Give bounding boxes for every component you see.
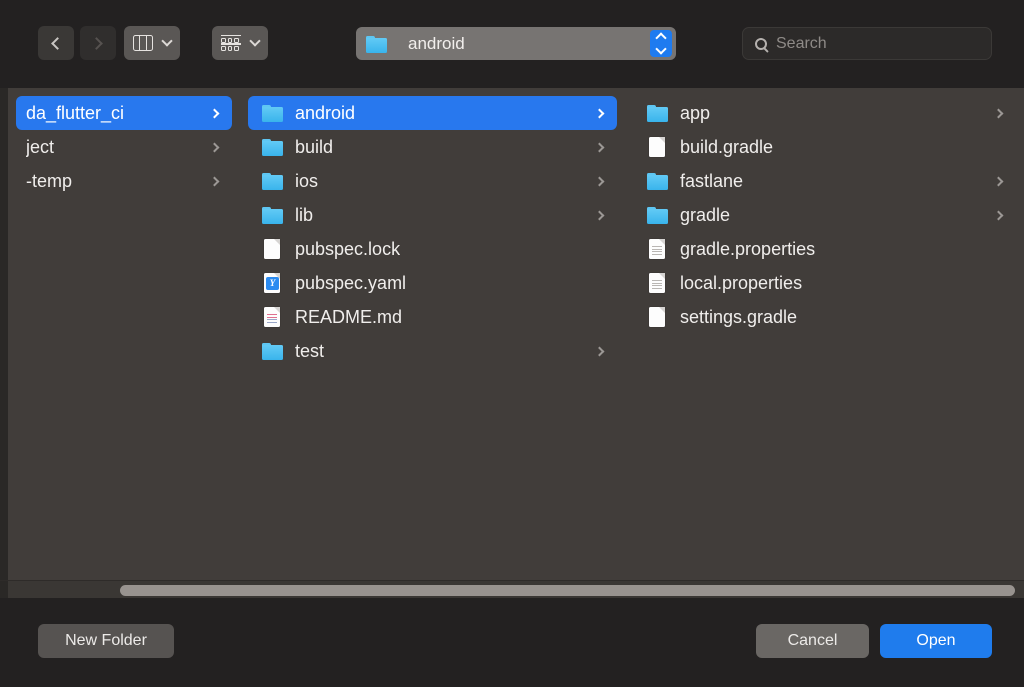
footer-bar: New Folder Cancel Open: [0, 598, 1024, 687]
toolbar: android Search: [0, 0, 1024, 88]
disclosure-chevron-icon: [993, 176, 1004, 186]
chevron-left-icon: [51, 36, 64, 50]
file-row-label: README.md: [295, 306, 403, 327]
folder-icon: [262, 103, 284, 123]
chevron-down-icon: [249, 35, 261, 47]
file-row[interactable]: gradle.properties: [633, 232, 1016, 266]
file-row-label: settings.gradle: [680, 306, 798, 327]
disclosure-chevron-icon: [209, 108, 220, 118]
folder-icon: [647, 103, 669, 123]
view-mode-button[interactable]: [124, 26, 180, 60]
file-row[interactable]: build.gradle: [633, 130, 1016, 164]
text-document-icon: [647, 239, 669, 259]
markdown-document-icon: [262, 307, 284, 327]
scrollbar-thumb[interactable]: [120, 585, 1015, 596]
path-dropdown[interactable]: android: [356, 27, 676, 60]
search-field[interactable]: Search: [742, 27, 992, 60]
file-row[interactable]: test: [248, 334, 617, 368]
file-row[interactable]: fastlane: [633, 164, 1016, 198]
file-row-label: app: [680, 102, 711, 123]
file-row[interactable]: android: [248, 96, 617, 130]
folder-icon: [262, 137, 284, 157]
document-icon: [647, 137, 669, 157]
file-row-label: da_flutter_ci: [26, 102, 125, 123]
group-by-button[interactable]: [212, 26, 268, 60]
folder-icon: [262, 171, 284, 191]
folder-icon: [262, 205, 284, 225]
grid-group-icon: [221, 35, 241, 51]
search-placeholder: Search: [776, 34, 827, 52]
file-row[interactable]: -temp: [16, 164, 232, 198]
text-document-icon: [647, 273, 669, 293]
file-row-label: gradle.properties: [680, 238, 816, 259]
disclosure-chevron-icon: [594, 346, 605, 356]
file-row-label: lib: [295, 204, 314, 225]
file-row[interactable]: local.properties: [633, 266, 1016, 300]
file-column-2[interactable]: android build ios lib pubspec.lock Ypubspec.y…: [240, 88, 625, 580]
file-row-label: build: [295, 136, 334, 157]
disclosure-chevron-icon: [594, 142, 605, 152]
updown-stepper-icon[interactable]: [650, 30, 672, 57]
left-edge-strip: [0, 88, 8, 580]
file-row[interactable]: ios: [248, 164, 617, 198]
folder-icon: [262, 341, 284, 361]
back-button[interactable]: [38, 26, 74, 60]
file-row-label: fastlane: [680, 170, 744, 191]
path-label: android: [408, 33, 465, 53]
disclosure-chevron-icon: [209, 176, 220, 186]
chevron-right-icon: [90, 36, 103, 50]
folder-icon: [366, 34, 388, 54]
chevron-down-icon: [161, 35, 173, 47]
file-row-label: test: [295, 340, 325, 361]
file-row[interactable]: ject: [16, 130, 232, 164]
horizontal-scrollbar[interactable]: [0, 580, 1024, 598]
file-row[interactable]: README.md: [248, 300, 617, 334]
file-row[interactable]: Ypubspec.yaml: [248, 266, 617, 300]
file-row[interactable]: app: [633, 96, 1016, 130]
column-view-icon: [133, 35, 153, 51]
disclosure-chevron-icon: [209, 142, 220, 152]
disclosure-chevron-icon: [993, 108, 1004, 118]
cancel-button[interactable]: Cancel: [756, 624, 869, 658]
file-row[interactable]: gradle: [633, 198, 1016, 232]
open-button[interactable]: Open: [880, 624, 992, 658]
open-file-dialog: android Search da_flutter_ciject -temp an…: [0, 0, 1024, 687]
disclosure-chevron-icon: [594, 210, 605, 220]
file-row[interactable]: lib: [248, 198, 617, 232]
file-row[interactable]: da_flutter_ci: [16, 96, 232, 130]
document-icon: [647, 307, 669, 327]
disclosure-chevron-icon: [594, 108, 605, 118]
new-folder-button[interactable]: New Folder: [38, 624, 174, 658]
folder-icon: [647, 171, 669, 191]
file-row-label: build.gradle: [680, 136, 774, 157]
forward-button[interactable]: [80, 26, 116, 60]
search-icon: [755, 37, 767, 50]
scrollbar-left-cap: [0, 581, 8, 598]
file-row-label: ject: [26, 136, 55, 157]
file-row-label: pubspec.lock: [295, 238, 401, 259]
navigation-buttons: [38, 26, 116, 60]
file-row-label: android: [295, 102, 356, 123]
file-column-1[interactable]: da_flutter_ciject -temp: [8, 88, 240, 580]
file-row-label: -temp: [26, 170, 73, 191]
file-row-label: ios: [295, 170, 319, 191]
yaml-document-icon: Y: [262, 273, 284, 293]
document-icon: [262, 239, 284, 259]
column-browser: da_flutter_ciject -temp android build ios li…: [0, 88, 1024, 580]
file-row-label: gradle: [680, 204, 731, 225]
file-row[interactable]: build: [248, 130, 617, 164]
disclosure-chevron-icon: [993, 210, 1004, 220]
file-row-label: pubspec.yaml: [295, 272, 407, 293]
file-column-3[interactable]: app build.gradle fastlane gradle gradle.prop…: [625, 88, 1024, 580]
file-row[interactable]: settings.gradle: [633, 300, 1016, 334]
file-row[interactable]: pubspec.lock: [248, 232, 617, 266]
folder-icon: [647, 205, 669, 225]
file-row-label: local.properties: [680, 272, 803, 293]
disclosure-chevron-icon: [594, 176, 605, 186]
